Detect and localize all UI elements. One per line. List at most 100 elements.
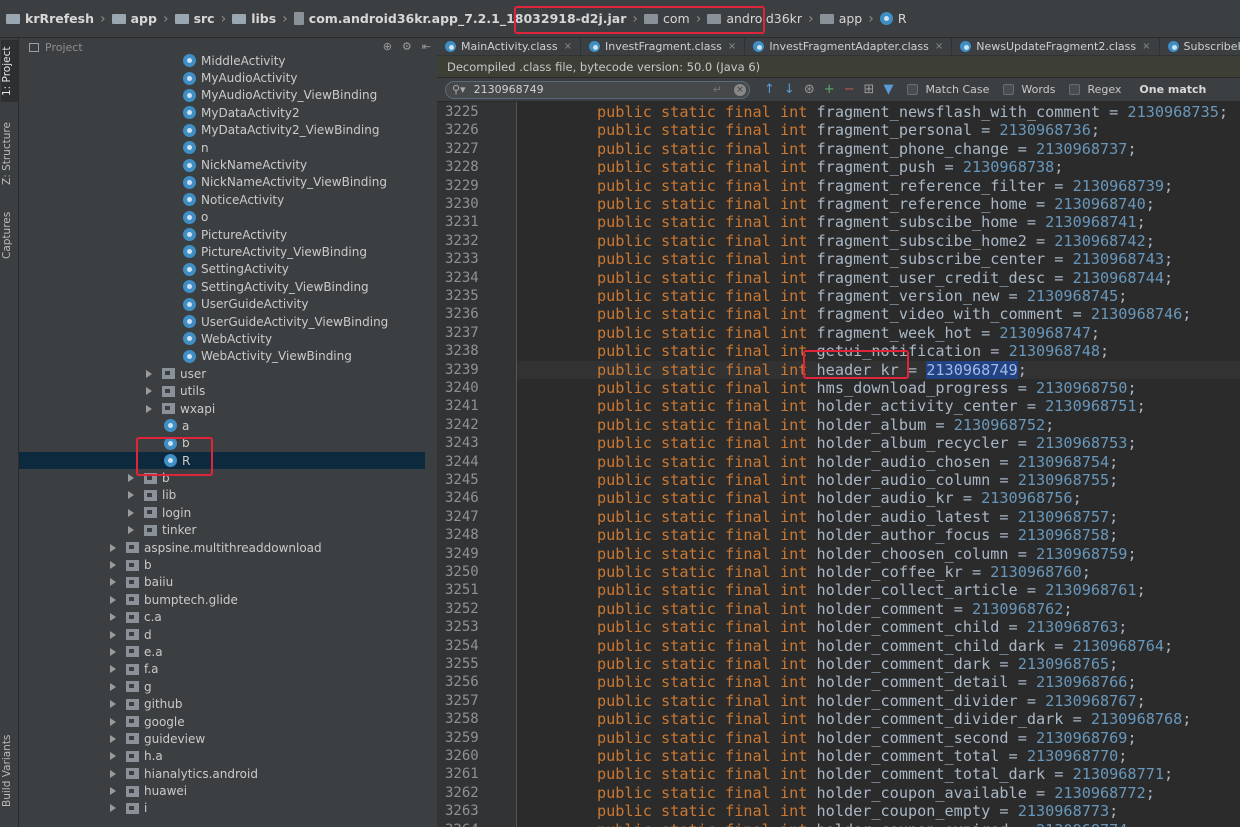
expand-arrow-icon[interactable] xyxy=(110,647,116,656)
code-line[interactable]: public static final int holder_comment_t… xyxy=(517,765,1240,783)
tree-item[interactable]: MyDataActivity2_ViewBinding xyxy=(19,122,425,139)
code-line[interactable]: public static final int holder_comment =… xyxy=(517,600,1240,618)
code-line[interactable]: public static final int holder_comment_t… xyxy=(517,747,1240,765)
expand-arrow-icon[interactable] xyxy=(110,665,116,674)
code-line[interactable]: public static final int holder_coupon_av… xyxy=(517,784,1240,802)
tree-item[interactable]: huawei xyxy=(19,782,425,799)
code-line[interactable]: public static final int holder_audio_kr … xyxy=(517,489,1240,507)
tree-item[interactable]: wxapi xyxy=(19,400,425,417)
remove-selection-icon[interactable]: − xyxy=(844,82,855,97)
expand-arrow-icon[interactable] xyxy=(128,526,134,535)
tree-item[interactable]: baiiu xyxy=(19,574,425,591)
breadcrumb-item[interactable]: R xyxy=(879,11,907,26)
tree-item[interactable]: MyAudioActivity xyxy=(19,69,425,86)
tree-item[interactable]: c.a xyxy=(19,609,425,626)
expand-arrow-icon[interactable] xyxy=(128,508,134,517)
code-line[interactable]: public static final int holder_comment_d… xyxy=(517,692,1240,710)
code-line[interactable]: public static final int holder_collect_a… xyxy=(517,581,1240,599)
code-line[interactable]: public static final int holder_coffee_kr… xyxy=(517,563,1240,581)
code-line[interactable]: public static final int holder_comment_d… xyxy=(517,710,1240,728)
words-box[interactable] xyxy=(1003,84,1015,95)
expand-arrow-icon[interactable] xyxy=(110,804,116,813)
tree-item[interactable]: user xyxy=(19,365,425,382)
search-icon[interactable]: ⚲▾ xyxy=(452,83,466,96)
tree-item[interactable]: bumptech.glide xyxy=(19,591,425,608)
find-all-icon[interactable]: ⊛ xyxy=(804,82,815,97)
breadcrumb-item[interactable]: app xyxy=(819,11,862,26)
tree-item[interactable]: hianalytics.android xyxy=(19,765,425,782)
code-line[interactable]: public static final int fragment_referen… xyxy=(517,177,1240,195)
tree-item[interactable]: NickNameActivity_ViewBinding xyxy=(19,174,425,191)
previous-occurrence-icon[interactable]: ↑ xyxy=(764,82,775,97)
regex-box[interactable] xyxy=(1069,84,1081,95)
code-line[interactable]: public static final int holder_album = 2… xyxy=(517,416,1240,434)
code-line[interactable]: public static final int fragment_week_ho… xyxy=(517,324,1240,342)
code-line[interactable]: public static final int holder_audio_cho… xyxy=(517,453,1240,471)
editor-tab[interactable]: SubscribeHomeFragment.class xyxy=(1160,38,1240,55)
filter-icon[interactable]: ▼ xyxy=(883,82,893,97)
close-tab-icon[interactable]: × xyxy=(1142,41,1150,52)
code-line[interactable]: public static final int fragment_video_w… xyxy=(517,305,1240,323)
code-line[interactable]: public static final int holder_album_rec… xyxy=(517,434,1240,452)
close-tab-icon[interactable]: × xyxy=(564,41,572,52)
code-line[interactable]: public static final int holder_coupon_em… xyxy=(517,802,1240,820)
code-line[interactable]: public static final int holder_audio_lat… xyxy=(517,508,1240,526)
regex-checkbox[interactable]: Regex xyxy=(1069,83,1121,96)
tree-item[interactable]: WebActivity xyxy=(19,330,425,347)
code-line[interactable]: public static final int holder_comment_c… xyxy=(517,618,1240,636)
search-query[interactable]: 2130968749 xyxy=(474,83,713,96)
code-area[interactable]: public static final int fragment_newsfla… xyxy=(517,102,1240,827)
tab-build-variants[interactable]: Build Variants xyxy=(1,730,18,812)
code-line[interactable]: public static final int holder_author_fo… xyxy=(517,526,1240,544)
close-tab-icon[interactable]: × xyxy=(935,41,943,52)
tree-item[interactable]: MyAudioActivity_ViewBinding xyxy=(19,87,425,104)
code-line[interactable]: public static final int fragment_user_cr… xyxy=(517,269,1240,287)
editor-tab[interactable]: NewsUpdateFragment2.class × xyxy=(952,38,1160,55)
code-line[interactable]: public static final int fragment_phone_c… xyxy=(517,140,1240,158)
tree-item[interactable]: NickNameActivity xyxy=(19,156,425,173)
code-line[interactable]: public static final int holder_choosen_c… xyxy=(517,545,1240,563)
code-line[interactable]: public static final int holder_audio_col… xyxy=(517,471,1240,489)
tree-item[interactable]: SettingActivity xyxy=(19,261,425,278)
match-case-box[interactable] xyxy=(907,84,919,95)
breadcrumb-item[interactable]: src xyxy=(174,11,215,26)
expand-arrow-icon[interactable] xyxy=(110,700,116,709)
match-case-checkbox[interactable]: Match Case xyxy=(907,83,989,96)
expand-arrow-icon[interactable] xyxy=(110,543,116,552)
editor-tab[interactable]: MainActivity.class × xyxy=(437,38,582,55)
tree-item[interactable]: github xyxy=(19,695,425,712)
tree-item[interactable]: WebActivity_ViewBinding xyxy=(19,348,425,365)
expand-arrow-icon[interactable] xyxy=(110,752,116,761)
expand-arrow-icon[interactable] xyxy=(110,613,116,622)
expand-arrow-icon[interactable] xyxy=(146,387,152,396)
tree-item[interactable]: R xyxy=(19,451,425,470)
code-line[interactable]: public static final int fragment_referen… xyxy=(517,195,1240,213)
tree-item[interactable]: a xyxy=(19,417,425,434)
code-line[interactable]: public static final int holder_coupon_ex… xyxy=(517,821,1240,827)
tree-item[interactable]: PictureActivity xyxy=(19,226,425,243)
code-line[interactable]: public static final int hms_download_pro… xyxy=(517,379,1240,397)
code-line[interactable]: public static final int holder_activity_… xyxy=(517,397,1240,415)
expand-arrow-icon[interactable] xyxy=(110,561,116,570)
code-line[interactable]: public static final int fragment_subscib… xyxy=(517,232,1240,250)
code-line[interactable]: public static final int holder_comment_d… xyxy=(517,655,1240,673)
code-line[interactable]: public static final int fragment_persona… xyxy=(517,121,1240,139)
expand-arrow-icon[interactable] xyxy=(110,682,116,691)
code-line[interactable]: public static final int fragment_newsfla… xyxy=(517,103,1240,121)
expand-arrow-icon[interactable] xyxy=(146,404,152,413)
tree-item[interactable]: MyDataActivity2 xyxy=(19,104,425,121)
expand-arrow-icon[interactable] xyxy=(146,369,152,378)
tree-item[interactable]: f.a xyxy=(19,661,425,678)
code-line[interactable]: public static final int holder_comment_c… xyxy=(517,637,1240,655)
expand-arrow-icon[interactable] xyxy=(110,578,116,587)
tree-item[interactable]: MiddleActivity xyxy=(19,52,425,69)
tree-item[interactable]: b xyxy=(19,556,425,573)
tree-item[interactable]: e.a xyxy=(19,643,425,660)
tree-item[interactable]: guideview xyxy=(19,730,425,747)
tree-item[interactable]: i xyxy=(19,800,425,817)
tree-item[interactable]: g xyxy=(19,678,425,695)
tree-item[interactable]: d xyxy=(19,626,425,643)
tree-item[interactable]: h.a xyxy=(19,748,425,765)
next-occurrence-icon[interactable]: ↓ xyxy=(784,82,795,97)
tab-structure[interactable]: Z: Structure xyxy=(1,118,18,190)
